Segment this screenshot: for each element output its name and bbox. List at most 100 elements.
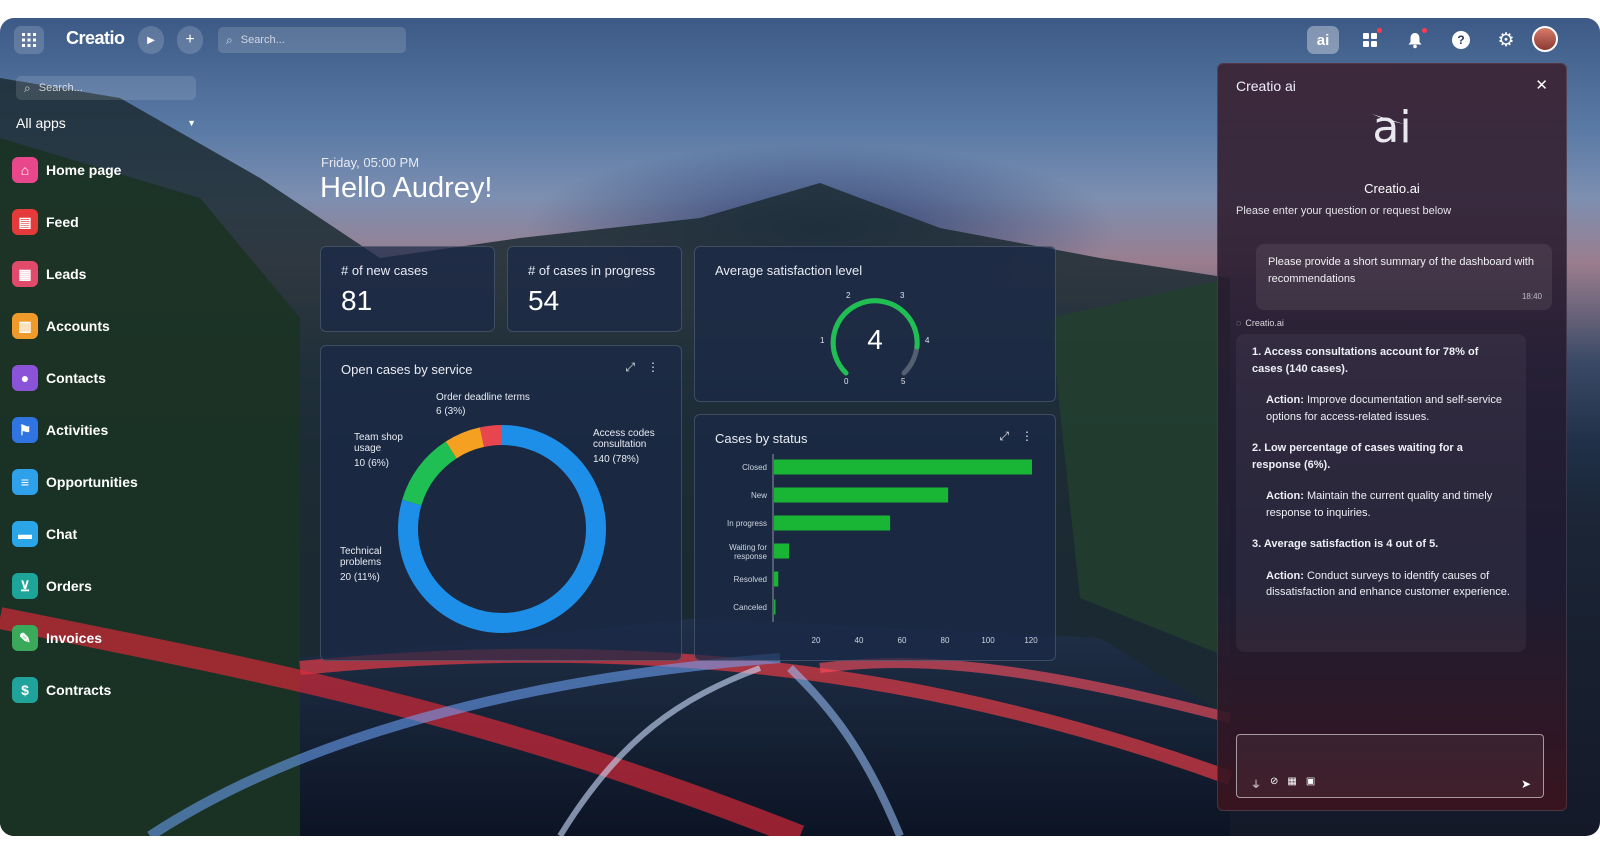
gauge-tick-label: 3 [900, 291, 905, 300]
bar-x-tick-label: 120 [1024, 636, 1038, 645]
donut-label-name: Access codes consultation [593, 428, 655, 450]
donut-label-name: Technical problems [340, 546, 382, 568]
sidebar-item-label: Orders [46, 578, 92, 594]
bar-x-tick-label: 80 [941, 636, 950, 645]
creatio-logo: Creatio [66, 28, 125, 48]
home-icon: ⌂ [12, 157, 38, 183]
sidebar-item-label: Activities [46, 422, 109, 438]
cases-status-bar-chart: Closed New In progress Waiting forresponse R… [727, 454, 1038, 645]
microphone-icon[interactable]: ⏚ [1251, 776, 1261, 791]
donut-slice-team-shop-usage[interactable] [445, 427, 485, 459]
bar-resolved[interactable] [774, 571, 779, 587]
kpi-card-cases-in-progress[interactable]: # of cases in progress 54 [507, 246, 682, 332]
top-bar: Creatio ▶ + ⌕ Search... ai ? ⚙ [0, 18, 1600, 62]
sidebar-item-home-page[interactable]: ⌂ Home page [12, 155, 121, 185]
kpi-value: 81 [341, 285, 373, 316]
donut-label-value: 140 (78%) [593, 454, 640, 465]
sidebar-search-placeholder: Search... [38, 82, 83, 94]
user-avatar[interactable] [1532, 26, 1558, 52]
ai-reply-action: Action: Improve documentation and self-s… [1252, 392, 1512, 425]
gauge-tick-label: 5 [901, 377, 906, 386]
attachment-icon[interactable]: ⊘ [1270, 776, 1278, 791]
donut-label-team-shop: Team shop usage 10 (6%) [354, 432, 424, 469]
donut-label-name: Team shop usage [354, 432, 403, 454]
ai-button-label: ai [1316, 31, 1330, 49]
caret-down-icon: ▼ [187, 118, 196, 128]
sidebar-item-label: Opportunities [46, 474, 138, 490]
bar-category-label: response [734, 552, 767, 561]
settings-button[interactable]: ⚙ [1491, 26, 1521, 54]
sidebar-item-invoices[interactable]: ✎ Invoices [12, 623, 102, 653]
kpi-value: 54 [528, 285, 560, 316]
bell-icon [1408, 32, 1422, 48]
gauge-tick-label: 0 [844, 377, 849, 386]
gauge-tick-label: 4 [925, 336, 930, 345]
ai-logo-text: ai [1372, 102, 1412, 153]
sidebar-item-label: Contracts [46, 682, 112, 698]
sidebar-item-chat[interactable]: ▬ Chat [12, 519, 77, 549]
ai-input-toolbar: ⏚ ⊘ ▦ ▣ [1251, 776, 1315, 791]
send-icon[interactable]: ➤ [1521, 777, 1531, 791]
sidebar-item-feed[interactable]: ▤ Feed [12, 207, 79, 237]
action-label: Action: [1266, 490, 1304, 502]
kpi-card-new-cases[interactable]: # of new cases 81 [320, 246, 495, 332]
activities-icon: ⚑ [12, 417, 38, 443]
ai-reply-bubble: 1. Access consultations account for 78% … [1236, 334, 1526, 652]
opportunities-icon: ≡ [12, 469, 38, 495]
ai-reply-sender-label: Creatio.ai [1245, 318, 1284, 328]
satisfaction-card[interactable]: Average satisfaction level 4 0 1 2 3 4 5 [694, 246, 1056, 402]
sidebar-item-label: Chat [46, 526, 78, 542]
cases-by-status-card[interactable]: Cases by status ⤢ ⋮ Closed New In progress… [694, 414, 1056, 661]
apps-icon [1363, 33, 1377, 47]
gauge-tick-label: 2 [846, 291, 851, 300]
ai-name: Creatio.ai [1364, 181, 1420, 196]
bar-closed[interactable] [774, 459, 1032, 475]
bar-x-tick-label: 20 [812, 636, 821, 645]
user-message-bubble: Please provide a short summary of the da… [1256, 244, 1552, 310]
ai-message-input[interactable]: ⏚ ⊘ ▦ ▣ ➤ [1236, 734, 1544, 798]
contacts-icon: ● [12, 365, 38, 391]
sidebar-item-accounts[interactable]: ▥ Accounts [12, 311, 110, 341]
help-button[interactable]: ? [1446, 26, 1476, 54]
all-apps-dropdown[interactable]: All apps ▼ [16, 115, 196, 131]
donut-label-value: 6 (3%) [436, 406, 466, 417]
run-process-button[interactable]: ▶ [138, 26, 164, 54]
ai-reply-sender: ◌ Creatio.ai [1236, 318, 1284, 328]
bar-category-label: Canceled [733, 603, 767, 612]
sidebar-item-contracts[interactable]: $ Contracts [12, 675, 111, 705]
action-label: Action: [1266, 394, 1304, 406]
open-cases-card[interactable]: Open cases by service ⤢ ⋮ Order deadline… [320, 345, 682, 661]
contracts-icon: $ [12, 677, 38, 703]
bar-canceled[interactable] [774, 599, 776, 615]
ai-reply-action: Action: Conduct surveys to identify caus… [1252, 568, 1512, 601]
invoices-icon: ✎ [12, 625, 38, 651]
sidebar-item-opportunities[interactable]: ≡ Opportunities [12, 467, 138, 497]
sidebar-item-contacts[interactable]: ● Contacts [12, 363, 106, 393]
donut-slice-order-deadline-terms[interactable] [479, 425, 503, 447]
add-button[interactable]: + [177, 26, 203, 54]
bar-x-tick-label: 40 [855, 636, 864, 645]
ai-reply-icon: ◌ [1236, 318, 1242, 328]
user-message-time: 18:40 [1521, 292, 1542, 301]
sidebar-item-activities[interactable]: ⚑ Activities [12, 415, 108, 445]
bar-new[interactable] [774, 487, 949, 503]
template-icon[interactable]: ▣ [1306, 776, 1315, 791]
app-grid-button[interactable] [14, 26, 44, 54]
sidebar-item-leads[interactable]: ▦ Leads [12, 259, 86, 289]
gauge-tick-label: 1 [820, 336, 825, 345]
bar-in-progress[interactable] [774, 515, 891, 531]
leads-icon: ▦ [12, 261, 38, 287]
play-icon: ▶ [147, 34, 155, 46]
ai-button[interactable]: ai [1307, 26, 1339, 54]
sidebar-search-input[interactable]: ⌕ Search... [16, 76, 196, 100]
close-icon[interactable]: ✕ [1535, 76, 1548, 94]
global-search-input[interactable]: ⌕ Search... [218, 27, 406, 53]
notifications-button[interactable] [1400, 26, 1430, 54]
table-icon[interactable]: ▦ [1287, 776, 1296, 791]
ai-reply-point: 3. Average satisfaction is 4 out of 5. [1252, 538, 1439, 550]
apps-menu-button[interactable] [1355, 26, 1385, 54]
sidebar-item-orders[interactable]: ⊻ Orders [12, 571, 92, 601]
donut-label-value: 20 (11%) [340, 572, 380, 583]
bar-waiting-for-response[interactable] [774, 543, 790, 559]
sidebar-item-label: Accounts [46, 318, 110, 334]
